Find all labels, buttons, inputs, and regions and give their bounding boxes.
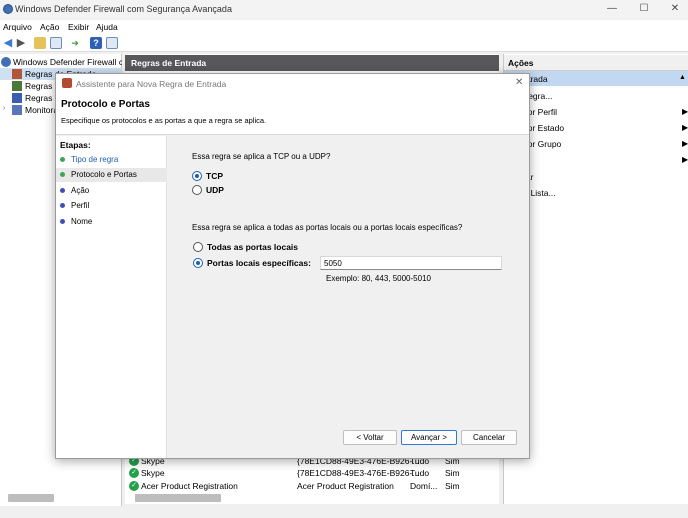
firewall-app-icon — [3, 4, 13, 14]
maximize-button[interactable]: ☐ — [629, 2, 659, 16]
chevron-right-icon[interactable]: › — [3, 105, 9, 115]
dialog-subheading: Especifique os protocolos e as portas a … — [61, 116, 267, 125]
tree-root[interactable]: Windows Defender Firewall com — [0, 56, 122, 68]
rule-profile: Domí... — [410, 481, 438, 491]
menu-exibir[interactable]: Exibir — [68, 22, 89, 32]
back-icon[interactable]: ◀ — [2, 37, 14, 49]
wizard-icon — [62, 78, 72, 88]
next-button[interactable]: Avançar > — [401, 430, 457, 445]
menu-bar: Arquivo Ação Exibir Ajuda — [0, 20, 688, 34]
folder-up-icon[interactable] — [34, 37, 46, 49]
show-hide-tree-icon[interactable] — [50, 37, 62, 49]
tree-hscrollbar[interactable] — [8, 494, 54, 502]
help-icon[interactable]: ? — [90, 37, 102, 49]
submenu-arrow-icon: ▶ — [682, 123, 688, 132]
action-new-rule[interactable]: ova Regra... — [504, 89, 688, 103]
submenu-arrow-icon: ▶ — [682, 155, 688, 164]
actions-panel: Ações de Entrada ▲ ova Regra... ltrar po… — [503, 54, 688, 504]
rule-group: {78E1CD88-49E3-476E-B926-... — [297, 468, 420, 478]
tree-item-label: Monitora — [25, 105, 59, 115]
submenu-arrow-icon: ▶ — [682, 107, 688, 116]
step-action: Ação — [56, 184, 167, 198]
dialog-heading: Protocolo e Portas — [61, 99, 150, 110]
close-button[interactable]: ✕ — [660, 2, 688, 16]
firewall-icon — [1, 57, 11, 67]
action-filter-group[interactable]: ltrar por Grupo ▶ — [504, 137, 688, 151]
step-rule-type[interactable]: Tipo de regra — [56, 153, 167, 167]
step-pending-icon — [60, 188, 65, 193]
dialog-titlebar: Assistente para Nova Regra de Entrada ✕ — [56, 74, 529, 93]
udp-label[interactable]: UDP — [206, 185, 224, 195]
window-title: Windows Defender Firewall com Segurança … — [15, 4, 232, 14]
all-ports-label[interactable]: Todas as portas locais — [207, 242, 298, 252]
minimize-button[interactable]: — — [597, 2, 627, 16]
menu-acao[interactable]: Ação — [40, 22, 59, 32]
rule-name: Acer Product Registration — [141, 481, 238, 491]
connection-rules-icon — [12, 93, 22, 103]
rule-profile: Tudo — [410, 468, 430, 478]
dialog-header: Protocolo e Portas Especifique os protoc… — [56, 93, 529, 135]
action-view[interactable]: ibir▶ — [504, 153, 688, 167]
table-row[interactable]: ✓ Skype {78E1CD88-49E3-476E-B926-... Tud… — [125, 467, 485, 479]
rule-name: Skype — [141, 468, 165, 478]
rule-enabled: Sim — [445, 468, 460, 478]
menu-ajuda[interactable]: Ajuda — [96, 22, 118, 32]
tree-root-label: Windows Defender Firewall com — [13, 57, 122, 67]
wizard-content: Essa regra se aplica a TCP ou a UDP? TCP… — [168, 136, 529, 458]
rule-group: Acer Product Registration — [297, 481, 394, 491]
actions-section-inbound[interactable]: de Entrada ▲ — [504, 71, 688, 86]
step-done-icon — [60, 157, 65, 162]
outbound-rules-icon — [12, 81, 22, 91]
step-protocol-ports: Protocolo e Portas — [56, 168, 167, 182]
actions-title: Ações — [508, 58, 534, 68]
tcp-label[interactable]: TCP — [206, 171, 223, 181]
step-pending-icon — [60, 203, 65, 208]
export-icon[interactable]: ➜ — [69, 37, 81, 49]
ports-input[interactable] — [320, 256, 502, 270]
action-refresh[interactable]: tualizar — [504, 170, 688, 184]
actions-header: Ações — [504, 55, 688, 71]
specific-ports-label[interactable]: Portas locais específicas: — [207, 258, 311, 268]
action-export-list[interactable]: portar Lista... — [504, 186, 688, 200]
forward-icon[interactable]: ▶ — [15, 37, 27, 49]
specific-ports-radio[interactable] — [193, 258, 203, 268]
action-filter-state[interactable]: ltrar por Estado ▶ — [504, 121, 688, 135]
dialog-title: Assistente para Nova Regra de Entrada — [76, 79, 227, 89]
monitoring-icon — [12, 105, 22, 115]
step-name: Nome — [56, 215, 167, 229]
tcp-radio[interactable] — [192, 171, 202, 181]
check-icon: ✓ — [129, 468, 139, 478]
step-profile: Perfil — [56, 199, 167, 213]
dialog-close-icon[interactable]: ✕ — [515, 77, 523, 88]
collapse-icon[interactable]: ▲ — [679, 74, 686, 81]
menu-arquivo[interactable]: Arquivo — [3, 22, 32, 32]
table-row[interactable]: ✓ Acer Product Registration Acer Product… — [125, 480, 485, 492]
rules-panel-title: Regras de Entrada — [131, 58, 207, 68]
submenu-arrow-icon: ▶ — [682, 139, 688, 148]
back-button[interactable]: < Voltar — [343, 430, 397, 445]
steps-title: Etapas: — [60, 140, 91, 150]
ports-question: Essa regra se aplica a todas as portas l… — [192, 223, 463, 232]
window-titlebar: Windows Defender Firewall com Segurança … — [0, 0, 688, 19]
check-icon: ✓ — [129, 481, 139, 491]
toolbar: ◀ ▶ ➜ ? — [0, 34, 688, 52]
inbound-rules-icon — [12, 69, 22, 79]
step-current-icon — [60, 172, 65, 177]
wizard-steps: Etapas: Tipo de regra Protocolo e Portas… — [56, 136, 167, 458]
rules-hscrollbar[interactable] — [135, 494, 221, 502]
udp-radio[interactable] — [192, 185, 202, 195]
protocol-question: Essa regra se aplica a TCP ou a UDP? — [192, 152, 331, 161]
action-filter-profile[interactable]: ltrar por Perfil ▶ — [504, 105, 688, 119]
action-help[interactable]: uda — [504, 203, 688, 217]
rules-panel-header: Regras de Entrada — [125, 55, 499, 71]
rule-enabled: Sim — [445, 481, 460, 491]
all-ports-radio[interactable] — [193, 242, 203, 252]
ports-example: Exemplo: 80, 443, 5000-5010 — [326, 274, 431, 283]
properties-icon[interactable] — [106, 37, 118, 49]
step-pending-icon — [60, 219, 65, 224]
new-rule-wizard-dialog: Assistente para Nova Regra de Entrada ✕ … — [55, 73, 530, 459]
cancel-button[interactable]: Cancelar — [461, 430, 517, 445]
